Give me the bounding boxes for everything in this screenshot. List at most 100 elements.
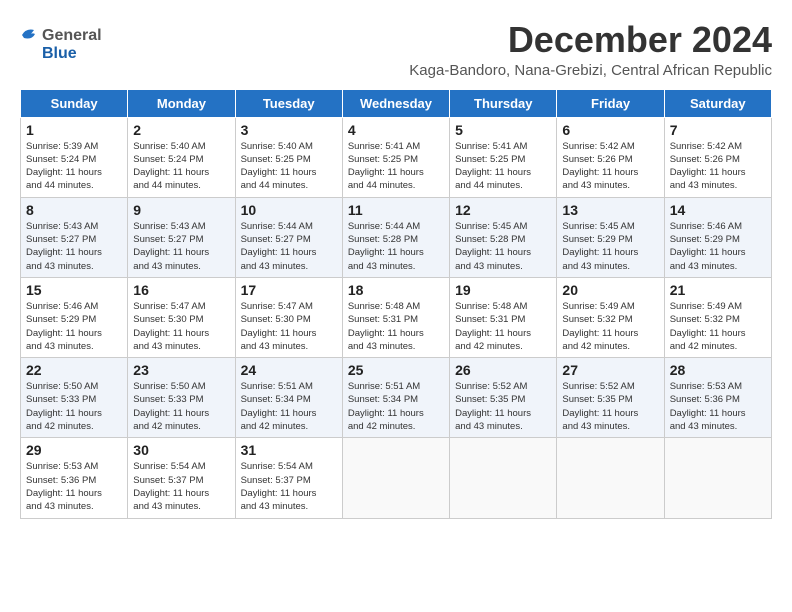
day-number: 14 [670,202,766,218]
day-number: 31 [241,442,337,458]
day-info: Sunrise: 5:42 AMSunset: 5:26 PMDaylight:… [670,140,766,193]
day-number: 29 [26,442,122,458]
table-row: 14 Sunrise: 5:46 AMSunset: 5:29 PMDayligh… [664,197,771,277]
table-row [342,438,449,518]
table-row: 1Sunrise: 5:39 AMSunset: 5:24 PMDaylight… [21,117,128,197]
calendar-header-row: Sunday Monday Tuesday Wednesday Thursday… [21,89,772,117]
table-row: 25 Sunrise: 5:51 AMSunset: 5:34 PMDayligh… [342,358,449,438]
day-number: 9 [133,202,229,218]
table-row: 23 Sunrise: 5:50 AMSunset: 5:33 PMDayligh… [128,358,235,438]
table-row: 3 Sunrise: 5:40 AMSunset: 5:25 PMDaylight… [235,117,342,197]
day-number: 22 [26,362,122,378]
table-row: 24 Sunrise: 5:51 AMSunset: 5:34 PMDayligh… [235,358,342,438]
table-row [664,438,771,518]
calendar-week-row: 8 Sunrise: 5:43 AMSunset: 5:27 PMDaylight… [21,197,772,277]
calendar-week-row: 22 Sunrise: 5:50 AMSunset: 5:33 PMDayligh… [21,358,772,438]
table-row: 27 Sunrise: 5:52 AMSunset: 5:35 PMDayligh… [557,358,664,438]
day-info: Sunrise: 5:40 AMSunset: 5:25 PMDaylight:… [241,140,337,193]
table-row: 12 Sunrise: 5:45 AMSunset: 5:28 PMDayligh… [450,197,557,277]
logo: GeneralBlue [20,20,110,65]
day-number: 21 [670,282,766,298]
page-header: GeneralBlue December 2024 Kaga-Bandoro, … [20,20,772,79]
day-number: 1 [26,122,122,138]
day-info: Sunrise: 5:43 AMSunset: 5:27 PMDaylight:… [133,220,229,273]
day-number: 10 [241,202,337,218]
day-info: Sunrise: 5:54 AMSunset: 5:37 PMDaylight:… [241,460,337,513]
day-info: Sunrise: 5:41 AMSunset: 5:25 PMDaylight:… [455,140,551,193]
day-number: 26 [455,362,551,378]
day-number: 17 [241,282,337,298]
svg-text:General: General [42,27,102,44]
table-row: 4 Sunrise: 5:41 AMSunset: 5:25 PMDaylight… [342,117,449,197]
day-number: 8 [26,202,122,218]
day-info: Sunrise: 5:54 AMSunset: 5:37 PMDaylight:… [133,460,229,513]
table-row: 21 Sunrise: 5:49 AMSunset: 5:32 PMDayligh… [664,277,771,357]
day-info: Sunrise: 5:51 AMSunset: 5:34 PMDaylight:… [348,380,444,433]
day-number: 28 [670,362,766,378]
day-info: Sunrise: 5:46 AMSunset: 5:29 PMDaylight:… [26,300,122,353]
logo: GeneralBlue [20,20,110,65]
day-number: 3 [241,122,337,138]
day-info: Sunrise: 5:48 AMSunset: 5:31 PMDaylight:… [348,300,444,353]
calendar-week-row: 1Sunrise: 5:39 AMSunset: 5:24 PMDaylight… [21,117,772,197]
table-row: 2Sunrise: 5:40 AMSunset: 5:24 PMDaylight… [128,117,235,197]
table-row: 10Sunrise: 5:44 AMSunset: 5:27 PMDayligh… [235,197,342,277]
table-row: 9 Sunrise: 5:43 AMSunset: 5:27 PMDaylight… [128,197,235,277]
table-row: 30 Sunrise: 5:54 AMSunset: 5:37 PMDayligh… [128,438,235,518]
day-info: Sunrise: 5:45 AMSunset: 5:28 PMDaylight:… [455,220,551,273]
table-row: 28 Sunrise: 5:53 AMSunset: 5:36 PMDayligh… [664,358,771,438]
table-row: 19 Sunrise: 5:48 AMSunset: 5:31 PMDayligh… [450,277,557,357]
day-info: Sunrise: 5:47 AMSunset: 5:30 PMDaylight:… [241,300,337,353]
calendar-week-row: 29 Sunrise: 5:53 AMSunset: 5:36 PMDayligh… [21,438,772,518]
title-block: December 2024 Kaga-Bandoro, Nana-Grebizi… [409,20,772,79]
header-saturday: Saturday [664,89,771,117]
day-info: Sunrise: 5:48 AMSunset: 5:31 PMDaylight:… [455,300,551,353]
day-info: Sunrise: 5:51 AMSunset: 5:34 PMDaylight:… [241,380,337,433]
day-number: 19 [455,282,551,298]
table-row: 22 Sunrise: 5:50 AMSunset: 5:33 PMDayligh… [21,358,128,438]
day-number: 18 [348,282,444,298]
table-row: 31 Sunrise: 5:54 AMSunset: 5:37 PMDayligh… [235,438,342,518]
day-number: 11 [348,202,444,218]
table-row [557,438,664,518]
day-info: Sunrise: 5:46 AMSunset: 5:29 PMDaylight:… [670,220,766,273]
day-info: Sunrise: 5:53 AMSunset: 5:36 PMDaylight:… [26,460,122,513]
table-row: 6Sunrise: 5:42 AMSunset: 5:26 PMDaylight… [557,117,664,197]
table-row [450,438,557,518]
day-number: 2 [133,122,229,138]
day-number: 6 [562,122,658,138]
day-info: Sunrise: 5:41 AMSunset: 5:25 PMDaylight:… [348,140,444,193]
table-row: 17 Sunrise: 5:47 AMSunset: 5:30 PMDayligh… [235,277,342,357]
day-info: Sunrise: 5:50 AMSunset: 5:33 PMDaylight:… [133,380,229,433]
day-number: 5 [455,122,551,138]
day-number: 30 [133,442,229,458]
day-info: Sunrise: 5:45 AMSunset: 5:29 PMDaylight:… [562,220,658,273]
header-wednesday: Wednesday [342,89,449,117]
table-row: 15 Sunrise: 5:46 AMSunset: 5:29 PMDayligh… [21,277,128,357]
day-number: 27 [562,362,658,378]
day-info: Sunrise: 5:50 AMSunset: 5:33 PMDaylight:… [26,380,122,433]
table-row: 20 Sunrise: 5:49 AMSunset: 5:32 PMDayligh… [557,277,664,357]
table-row: 8Sunrise: 5:43 AMSunset: 5:27 PMDaylight… [21,197,128,277]
day-info: Sunrise: 5:49 AMSunset: 5:32 PMDaylight:… [562,300,658,353]
day-info: Sunrise: 5:47 AMSunset: 5:30 PMDaylight:… [133,300,229,353]
calendar-week-row: 15 Sunrise: 5:46 AMSunset: 5:29 PMDayligh… [21,277,772,357]
calendar-table: Sunday Monday Tuesday Wednesday Thursday… [20,89,772,519]
day-info: Sunrise: 5:52 AMSunset: 5:35 PMDaylight:… [455,380,551,433]
day-info: Sunrise: 5:52 AMSunset: 5:35 PMDaylight:… [562,380,658,433]
day-info: Sunrise: 5:44 AMSunset: 5:28 PMDaylight:… [348,220,444,273]
day-info: Sunrise: 5:49 AMSunset: 5:32 PMDaylight:… [670,300,766,353]
day-number: 15 [26,282,122,298]
day-number: 20 [562,282,658,298]
subtitle: Kaga-Bandoro, Nana-Grebizi, Central Afri… [409,62,772,79]
day-info: Sunrise: 5:53 AMSunset: 5:36 PMDaylight:… [670,380,766,433]
day-number: 25 [348,362,444,378]
day-number: 4 [348,122,444,138]
day-number: 24 [241,362,337,378]
table-row: 18 Sunrise: 5:48 AMSunset: 5:31 PMDayligh… [342,277,449,357]
header-tuesday: Tuesday [235,89,342,117]
table-row: 5 Sunrise: 5:41 AMSunset: 5:25 PMDaylight… [450,117,557,197]
day-number: 23 [133,362,229,378]
table-row: 16Sunrise: 5:47 AMSunset: 5:30 PMDayligh… [128,277,235,357]
day-number: 12 [455,202,551,218]
